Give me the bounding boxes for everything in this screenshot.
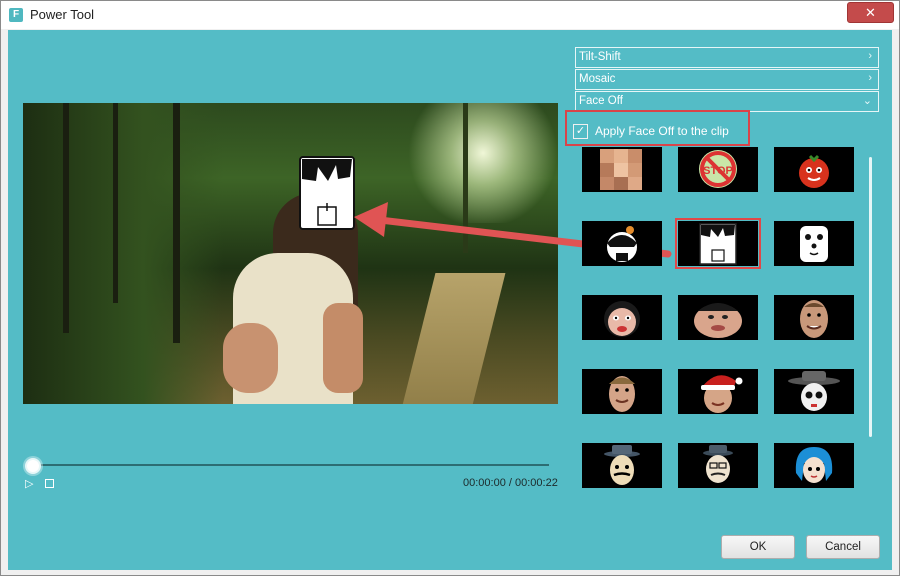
ok-button[interactable]: OK (721, 535, 795, 559)
gallery-scrollbar[interactable] (869, 157, 872, 437)
gangster-hat-face-icon (604, 445, 640, 485)
window-title: Power Tool (30, 7, 95, 22)
face-option-funny-woman[interactable] (582, 295, 662, 340)
face-option-paper-mask[interactable] (675, 218, 761, 269)
detective-hat-face-icon (788, 371, 840, 411)
section-face-off[interactable]: Face Off ⌄ (575, 91, 879, 112)
cancel-button[interactable]: Cancel (806, 535, 880, 559)
paper-mask-face-icon (699, 223, 737, 265)
section-tilt-shift[interactable]: Tilt-Shift › (575, 47, 879, 68)
mustache-man-face-icon (703, 445, 733, 483)
face-option-pixel-mosaic[interactable] (582, 147, 662, 192)
applied-face-mask (299, 156, 355, 230)
tomato-face-icon (799, 154, 829, 188)
power-tool-window: F Power Tool ✕ ▷ 00:00:00 / 00:00:22 Til… (0, 0, 900, 576)
stop-icon[interactable] (45, 479, 54, 488)
face-option-mustache-man[interactable] (678, 443, 758, 488)
face-option-blue-hair-girl[interactable] (774, 443, 854, 488)
dialog-body: ▷ 00:00:00 / 00:00:22 Tilt-Shift › Mosai… (8, 30, 892, 570)
pixel-mosaic-face-icon (600, 149, 642, 190)
grinning-man-face-icon (800, 300, 828, 338)
apply-face-off-label[interactable]: Apply Face Off to the clip (595, 124, 729, 138)
face-option-smiling-man[interactable] (582, 369, 662, 414)
face-option-tomato[interactable] (774, 147, 854, 192)
chubby-face-icon (694, 303, 742, 338)
forest-path (400, 273, 506, 404)
apply-face-off-checkbox[interactable]: ✓ (573, 124, 588, 139)
face-option-gangster-hat[interactable] (582, 443, 662, 488)
face-option-stop-sign[interactable]: STOP (678, 147, 758, 192)
face-option-detective-hat[interactable] (774, 369, 854, 414)
timecode: 00:00:00 / 00:00:22 (463, 477, 558, 489)
app-icon: F (9, 8, 23, 22)
chevron-right-icon: › (868, 50, 872, 62)
chevron-down-icon: ⌄ (862, 95, 872, 107)
face-option-dog[interactable] (774, 221, 854, 266)
current-time: 00:00:00 (463, 477, 506, 489)
santa-hat-face-icon (701, 375, 743, 413)
face-option-santa-hat[interactable] (678, 369, 758, 414)
face-option-cartoon-girl[interactable] (582, 221, 662, 266)
face-option-chubby[interactable] (678, 295, 758, 340)
smiling-man-face-icon (609, 376, 635, 412)
svg-text:STOP: STOP (703, 165, 733, 177)
play-icon[interactable]: ▷ (25, 478, 33, 490)
timeline-track[interactable] (30, 464, 549, 466)
face-option-grinning-man[interactable] (774, 295, 854, 340)
close-button[interactable]: ✕ (847, 2, 894, 23)
stop-sign-face-icon: STOP (699, 150, 737, 188)
dog-face-icon (800, 226, 828, 262)
blue-hair-girl-face-icon (795, 447, 833, 483)
playhead-handle[interactable] (25, 458, 41, 474)
chevron-right-icon: › (868, 72, 872, 84)
video-preview (23, 103, 558, 404)
section-mosaic[interactable]: Mosaic › (575, 69, 879, 90)
funny-woman-face-icon (604, 301, 640, 337)
cartoon-girl-face-icon (607, 226, 637, 262)
title-bar: F Power Tool ✕ (1, 1, 899, 29)
face-off-gallery: STOP (582, 147, 862, 492)
total-time: 00:00:22 (515, 477, 558, 489)
